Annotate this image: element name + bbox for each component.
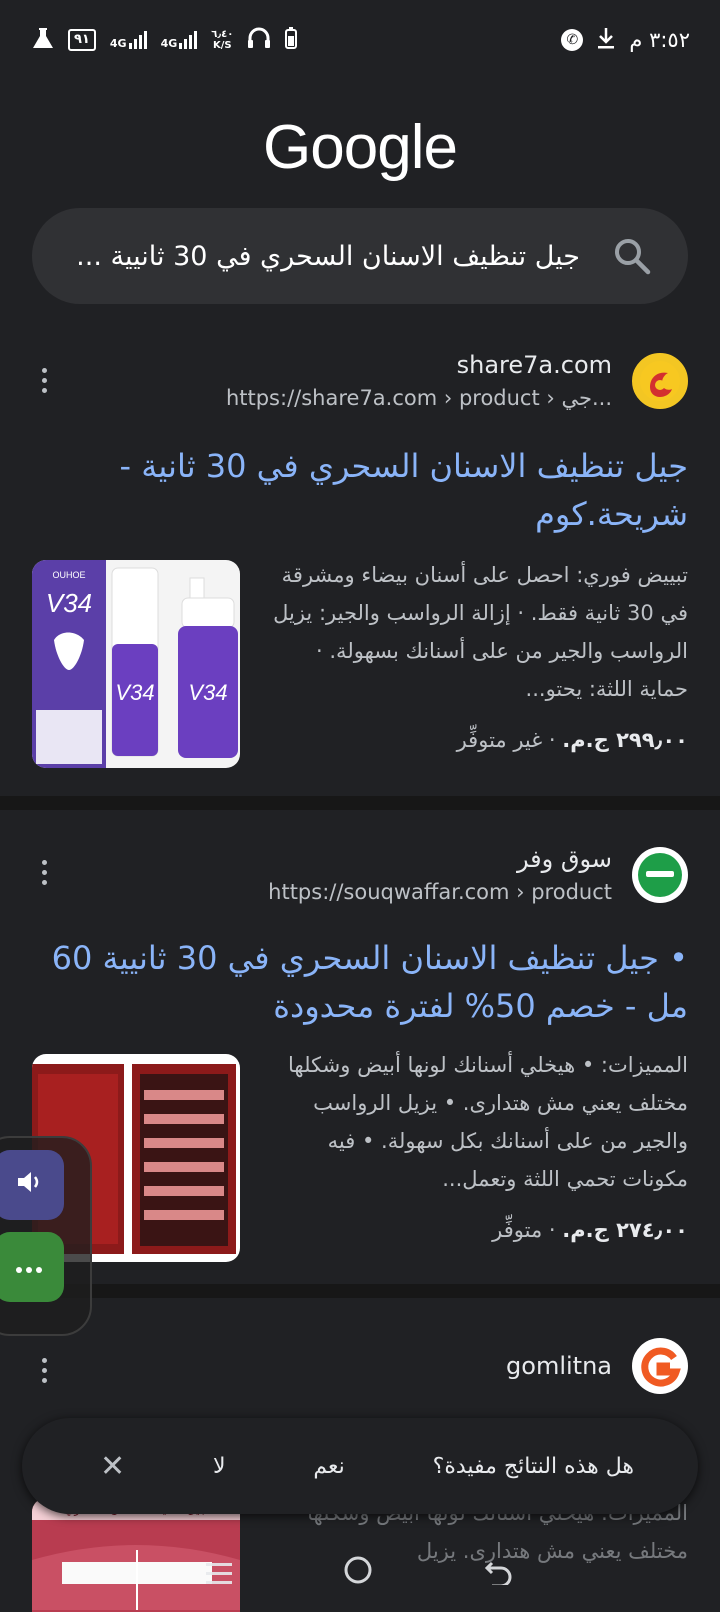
signal-icon — [179, 31, 198, 49]
system-nav-bar — [0, 1536, 720, 1612]
site-favicon — [632, 1338, 688, 1394]
home-icon[interactable] — [343, 1554, 373, 1594]
search-icon[interactable] — [612, 236, 652, 276]
result-snippet: المميزات: • هيخلي أسنانك لونها أبيض وشكل… — [288, 1053, 688, 1191]
result-title[interactable]: جيل تنظيف الاسنان السحري في 30 ثانية - ش… — [32, 442, 688, 538]
network-type-2: 4G — [160, 37, 178, 50]
flask-icon — [32, 26, 54, 55]
feedback-yes-button[interactable]: نعم — [313, 1454, 344, 1479]
feedback-bar: ✕ لا نعم هل هذه النتائج مفيدة؟ — [22, 1418, 698, 1514]
recent-apps-icon[interactable] — [205, 1554, 232, 1594]
site-url: https://share7a.com › product › جي... — [225, 386, 612, 410]
status-right: ✆ ٣:٥٢ م — [561, 27, 690, 54]
result-price-line: ٢٩٩٫٠٠ ج.م. · غير متوفِّر — [457, 728, 688, 752]
more-dots-icon — [14, 1252, 44, 1282]
result-price: ٢٧٤٫٠٠ ج.م. — [562, 1218, 688, 1242]
network-speed: ٦٫٤٠ K/S — [211, 29, 233, 51]
floating-assist-panel — [0, 1136, 92, 1336]
site-name: سوق وفر — [516, 845, 612, 873]
result-source[interactable]: gomlitna — [506, 1338, 688, 1394]
search-query[interactable]: جيل تنظيف الاسنان السحري في 30 ثانيية ..… — [76, 241, 580, 272]
site-url: https://souqwaffar.com › product — [268, 880, 612, 904]
signal-icon — [128, 31, 147, 49]
result-availability: · متوفِّر — [492, 1218, 563, 1242]
more-options-icon[interactable] — [32, 360, 56, 400]
result-source[interactable]: سوق وفر https://souqwaffar.com › product — [268, 842, 688, 908]
site-name: gomlitna — [506, 1352, 612, 1380]
clock: ٣:٥٢ م — [629, 28, 690, 52]
whatsapp-icon: ✆ — [561, 29, 584, 51]
site-favicon — [632, 847, 688, 903]
search-result: سوق وفر https://souqwaffar.com › product… — [0, 810, 720, 1276]
close-icon[interactable]: ✕ — [100, 1449, 125, 1484]
battery-indicator: ٩١ — [68, 29, 96, 51]
search-result: share7a.com https://share7a.com › produc… — [0, 320, 720, 796]
battery-saver-icon — [285, 26, 298, 54]
speed-value: ٦٫٤٠ — [211, 29, 234, 40]
site-favicon — [632, 353, 688, 409]
svg-text:V34: V34 — [188, 680, 227, 705]
headset-icon — [247, 27, 271, 54]
more-apps-button[interactable] — [0, 1232, 64, 1302]
status-left: ٩١ 4G 4G ٦٫٤٠ K/S — [32, 26, 298, 55]
volume-button[interactable] — [0, 1150, 64, 1220]
status-bar: ٩١ 4G 4G ٦٫٤٠ K/S ✆ ٣:٥٢ م — [0, 0, 720, 80]
result-divider — [0, 1284, 720, 1298]
thumb-brand: OUHOE — [52, 570, 85, 580]
result-source[interactable]: share7a.com https://share7a.com › produc… — [226, 348, 688, 414]
result-price: ٢٩٩٫٠٠ ج.م. — [562, 728, 688, 752]
result-title[interactable]: • جيل تنظيف الاسنان السحري في 30 ثانيية … — [32, 934, 688, 1030]
download-icon — [597, 27, 615, 54]
volume-icon — [14, 1167, 44, 1204]
result-thumbnail[interactable]: OUHOE V34 V34 V34 — [32, 560, 240, 768]
result-availability: · غير متوفِّر — [456, 728, 563, 752]
search-box[interactable]: جيل تنظيف الاسنان السحري في 30 ثانيية ..… — [32, 208, 688, 304]
back-icon[interactable] — [484, 1554, 514, 1594]
more-options-icon[interactable] — [32, 852, 56, 892]
more-options-icon[interactable] — [32, 1350, 56, 1390]
result-divider — [0, 796, 720, 810]
result-price-line: ٢٧٤٫٠٠ ج.م. · متوفِّر — [492, 1218, 688, 1242]
google-logo[interactable]: Google — [0, 112, 720, 183]
feedback-question: هل هذه النتائج مفيدة؟ — [432, 1453, 634, 1479]
feedback-no-button[interactable]: لا — [213, 1454, 226, 1479]
speed-unit: K/S — [212, 40, 232, 51]
result-snippet: تبييض فوري: احصل على أسنان بيضاء ومشرقة … — [273, 563, 688, 701]
svg-text:V34: V34 — [115, 680, 154, 705]
network-type-1: 4G — [109, 37, 127, 50]
site-name: share7a.com — [456, 351, 612, 379]
thumb-model: V34 — [46, 588, 92, 618]
